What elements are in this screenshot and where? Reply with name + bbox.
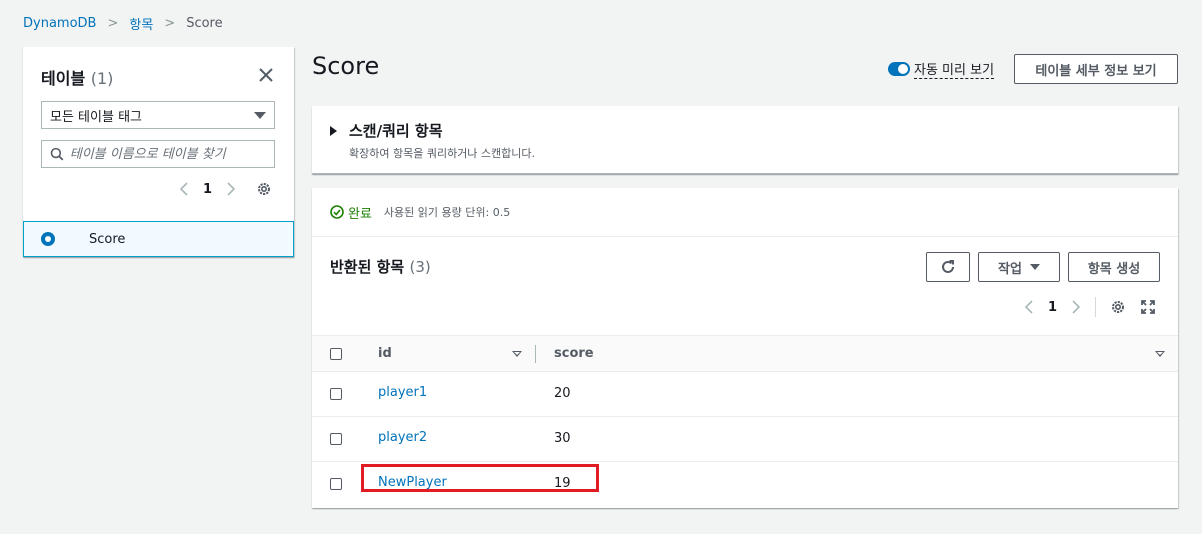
item-score: 20 bbox=[554, 386, 571, 401]
chevron-left-icon[interactable] bbox=[179, 182, 189, 196]
column-header-score[interactable]: score bbox=[554, 346, 594, 361]
fullscreen-icon[interactable] bbox=[1140, 299, 1156, 315]
auto-preview-label: 자동 미리 보기 bbox=[914, 59, 995, 79]
sort-down-icon[interactable] bbox=[512, 351, 522, 357]
scan-query-title: 스캔/쿼리 항목 bbox=[349, 122, 443, 140]
tables-page-number[interactable]: 1 bbox=[203, 182, 212, 197]
chevron-right-icon: > bbox=[164, 16, 176, 31]
column-divider[interactable] bbox=[535, 345, 536, 363]
caret-right-icon bbox=[330, 125, 337, 136]
breadcrumb-items-link[interactable]: 항목 bbox=[129, 14, 153, 33]
table-item-score[interactable]: Score bbox=[23, 221, 294, 257]
column-header-id[interactable]: id bbox=[378, 346, 392, 361]
item-score: 30 bbox=[554, 431, 571, 446]
select-all-checkbox[interactable] bbox=[330, 348, 342, 360]
gear-icon[interactable] bbox=[256, 181, 272, 197]
breadcrumb: DynamoDB > 항목 > Score bbox=[23, 14, 223, 33]
table-row: NewPlayer 19 bbox=[312, 462, 1178, 507]
status-complete: 완료 bbox=[348, 206, 372, 222]
caret-down-icon bbox=[1029, 264, 1040, 270]
scan-query-panel: 스캔/쿼리 항목 확장하여 항목을 쿼리하거나 스캔합니다. bbox=[312, 106, 1178, 174]
chevron-right-icon[interactable] bbox=[1071, 300, 1081, 314]
table-row: player1 20 bbox=[312, 372, 1178, 417]
returned-items-label: 반환된 항목 bbox=[330, 258, 405, 276]
item-id-link[interactable]: NewPlayer bbox=[378, 475, 447, 490]
table-row: player2 30 bbox=[312, 417, 1178, 462]
tables-count: (1) bbox=[90, 69, 114, 88]
breadcrumb-current: Score bbox=[186, 16, 223, 31]
table-item-name: Score bbox=[89, 231, 126, 247]
gear-icon[interactable] bbox=[1110, 299, 1126, 315]
consumed-capacity: 사용된 읽기 용량 단위: 0.5 bbox=[383, 206, 511, 219]
breadcrumb-dynamodb-link[interactable]: DynamoDB bbox=[23, 16, 96, 31]
actions-label: 작업 bbox=[998, 261, 1022, 277]
create-item-button[interactable]: 항목 생성 bbox=[1068, 252, 1160, 282]
scan-query-description: 확장하여 항목을 쿼리하거나 스캔합니다. bbox=[349, 147, 536, 160]
table-search-field[interactable] bbox=[41, 140, 275, 168]
item-id-link[interactable]: player2 bbox=[378, 430, 427, 445]
row-checkbox[interactable] bbox=[330, 433, 342, 445]
chevron-right-icon[interactable] bbox=[226, 182, 236, 196]
success-check-icon bbox=[330, 205, 344, 219]
tables-panel: 테이블 (1) 모든 테이블 태그 1 Score bbox=[23, 47, 294, 257]
results-panel: 완료 사용된 읽기 용량 단위: 0.5 반환된 항목 (3) 작업 항목 생성… bbox=[312, 188, 1178, 508]
tables-panel-title: 테이블 (1) bbox=[41, 65, 113, 89]
radio-selected-icon[interactable] bbox=[41, 232, 55, 246]
table-header: id score bbox=[312, 335, 1178, 372]
page-title: Score bbox=[312, 52, 380, 80]
table-search-input[interactable] bbox=[69, 146, 266, 162]
item-score: 19 bbox=[554, 476, 571, 491]
results-pagination: 1 bbox=[1024, 297, 1156, 317]
scan-query-expander[interactable]: 스캔/쿼리 항목 bbox=[330, 120, 443, 141]
sort-down-icon[interactable] bbox=[1155, 351, 1165, 357]
pager-divider bbox=[1095, 297, 1096, 317]
caret-down-icon bbox=[254, 111, 266, 119]
tables-title-text: 테이블 bbox=[41, 69, 86, 88]
status-row: 완료 사용된 읽기 용량 단위: 0.5 bbox=[312, 188, 1178, 237]
returned-items-count: (3) bbox=[409, 258, 431, 276]
table-tag-select[interactable]: 모든 테이블 태그 bbox=[41, 101, 275, 129]
chevron-left-icon[interactable] bbox=[1024, 300, 1034, 314]
item-id-link[interactable]: player1 bbox=[378, 385, 427, 400]
table-tag-select-value: 모든 테이블 태그 bbox=[50, 109, 142, 125]
refresh-button[interactable] bbox=[926, 252, 970, 282]
chevron-right-icon: > bbox=[107, 16, 119, 31]
auto-preview-toggle[interactable]: 자동 미리 보기 bbox=[888, 59, 995, 79]
tables-pagination: 1 bbox=[179, 181, 272, 197]
refresh-icon bbox=[942, 260, 954, 273]
close-icon[interactable] bbox=[258, 67, 274, 83]
actions-button[interactable]: 작업 bbox=[978, 252, 1060, 282]
row-checkbox[interactable] bbox=[330, 478, 342, 490]
row-checkbox[interactable] bbox=[330, 388, 342, 400]
results-page-number[interactable]: 1 bbox=[1048, 300, 1057, 315]
search-icon bbox=[50, 147, 64, 161]
toggle-switch[interactable] bbox=[888, 62, 910, 76]
returned-items-title: 반환된 항목 (3) bbox=[330, 256, 431, 277]
view-table-details-button[interactable]: 테이블 세부 정보 보기 bbox=[1014, 54, 1178, 84]
